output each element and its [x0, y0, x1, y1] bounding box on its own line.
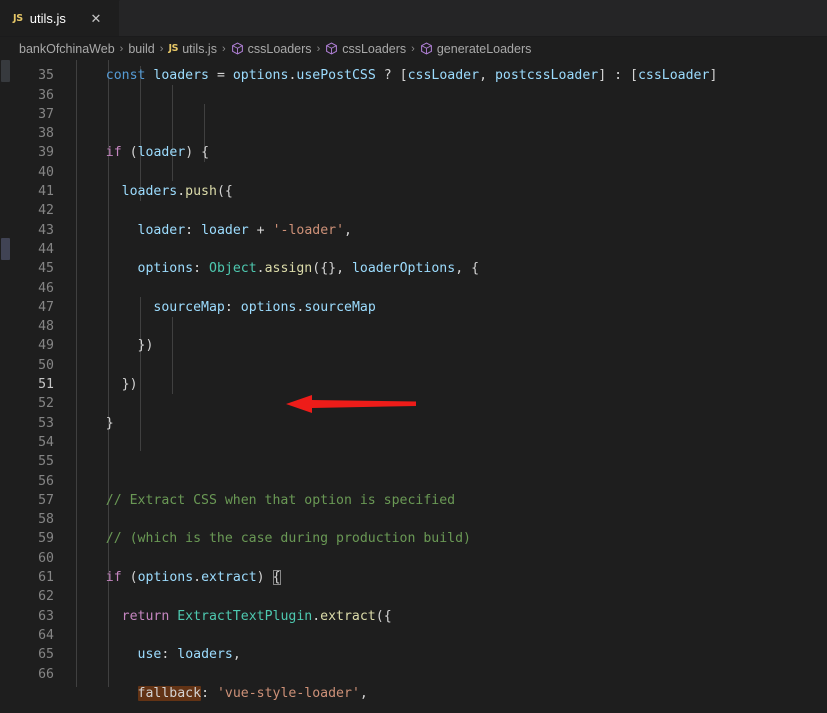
line-number: 64: [38, 627, 54, 643]
line-number: 60: [38, 550, 54, 566]
tab-label: utils.js: [29, 11, 66, 26]
line-number: 42: [38, 203, 54, 219]
code-line-34: const loaders = options.usePostCSS ? [cs…: [105, 68, 718, 84]
line-number: 43: [38, 222, 54, 238]
code-line-40: sourceMap: options.sourceMap: [153, 299, 376, 315]
line-number: 49: [38, 338, 54, 354]
breadcrumb-item-cssloaders-2[interactable]: cssLoaders: [325, 42, 406, 56]
close-icon[interactable]: ✕: [87, 10, 105, 28]
line-number: 51: [38, 377, 54, 393]
symbol-cube-icon: [231, 42, 244, 55]
line-number: 41: [38, 184, 54, 200]
line-number: 55: [38, 454, 54, 470]
line-number: 53: [38, 415, 54, 431]
chevron-right-icon: ›: [411, 42, 415, 55]
breadcrumb-item-generateloaders[interactable]: generateLoaders: [420, 41, 532, 56]
symbol-cube-icon: [420, 42, 433, 55]
code-line-45: // Extract CSS when that option is speci…: [105, 492, 456, 508]
code-line-38: loader: loader + '-loader',: [137, 222, 352, 238]
code-line-42: }): [74, 377, 138, 393]
line-number: 61: [38, 570, 54, 586]
line-number: 39: [38, 145, 54, 161]
line-number: 47: [38, 299, 54, 315]
line-number: 56: [38, 473, 54, 489]
line-number: 35: [38, 68, 54, 84]
js-file-icon: JS: [168, 42, 179, 54]
selected-word: fallback: [137, 685, 202, 701]
line-number: 36: [38, 87, 54, 103]
code-line-39: options: Object.assign({}, loaderOptions…: [137, 261, 480, 277]
editor-tab-utils-js[interactable]: JS utils.js ✕: [0, 0, 120, 36]
js-file-icon: JS: [13, 12, 23, 24]
line-number: 54: [38, 434, 54, 450]
line-number: 65: [38, 647, 54, 663]
source-code[interactable]: const loaders = options.usePostCSS ? [cs…: [66, 60, 827, 713]
tab-bar-empty-space: [120, 0, 827, 36]
code-line-37: loaders.push({: [121, 184, 233, 200]
line-number: 52: [38, 396, 54, 412]
breadcrumb-item-build[interactable]: build: [128, 42, 154, 56]
vscode-window: JS utils.js ✕ bankOfchinaWeb › build › J…: [0, 0, 827, 713]
decoration-marker: [1, 60, 10, 82]
breadcrumb-label: cssLoaders: [342, 41, 407, 56]
line-number: 46: [38, 280, 54, 296]
breadcrumb-label: generateLoaders: [436, 41, 532, 56]
breadcrumb-item-utils-js[interactable]: JS utils.js: [168, 42, 217, 56]
code-line-50: fallback: 'vue-style-loader',: [137, 685, 368, 701]
line-number: 44: [38, 241, 54, 257]
breadcrumb-label: bankOfchinaWeb: [19, 41, 115, 56]
chevron-right-icon: ›: [159, 42, 164, 55]
breadcrumb-item-cssloaders-1[interactable]: cssLoaders: [231, 42, 312, 56]
code-line-41: }): [74, 338, 154, 354]
line-number: 37: [38, 106, 54, 122]
editor-tab-bar: JS utils.js ✕: [0, 0, 827, 37]
code-line-43: }: [74, 415, 114, 431]
decoration-marker: [1, 238, 10, 260]
line-number: 40: [38, 164, 54, 180]
breadcrumb-label: cssLoaders: [247, 41, 312, 56]
breadcrumb-label: utils.js: [182, 41, 217, 56]
code-line-47: if (options.extract) {: [105, 570, 281, 586]
line-number: 59: [38, 531, 54, 547]
breadcrumb-item-bankofchinaweb[interactable]: bankOfchinaWeb: [19, 42, 115, 56]
code-content[interactable]: const loaders = options.usePostCSS ? [cs…: [66, 60, 827, 713]
breadcrumb: bankOfchinaWeb › build › JS utils.js › c…: [0, 37, 827, 60]
line-number-gutter: 34 35 36 37 38 39 40 41 42 43 44 45 46 4…: [11, 60, 66, 700]
line-number: 58: [38, 512, 54, 528]
line-number: 50: [38, 357, 54, 373]
overview-decoration-strip[interactable]: [0, 60, 11, 713]
code-line-49: use: loaders,: [137, 647, 241, 663]
code-editor[interactable]: 34 35 36 37 38 39 40 41 42 43 44 45 46 4…: [0, 60, 827, 713]
line-number: 48: [38, 319, 54, 335]
line-number: 66: [38, 666, 54, 682]
chevron-right-icon: ›: [221, 42, 226, 55]
code-line-48: return ExtractTextPlugin.extract({: [121, 608, 392, 624]
symbol-cube-icon: [325, 42, 338, 55]
code-line-36: if (loader) {: [105, 145, 210, 161]
chevron-right-icon: ›: [316, 42, 321, 55]
line-number: 63: [38, 608, 54, 624]
line-number: 57: [38, 492, 54, 508]
line-number: 45: [38, 261, 54, 277]
chevron-right-icon: ›: [119, 42, 124, 55]
breadcrumb-label: build: [128, 41, 155, 56]
line-number: 38: [38, 126, 54, 142]
line-number: 62: [38, 589, 54, 605]
code-line-46: // (which is the case during production …: [105, 531, 471, 547]
